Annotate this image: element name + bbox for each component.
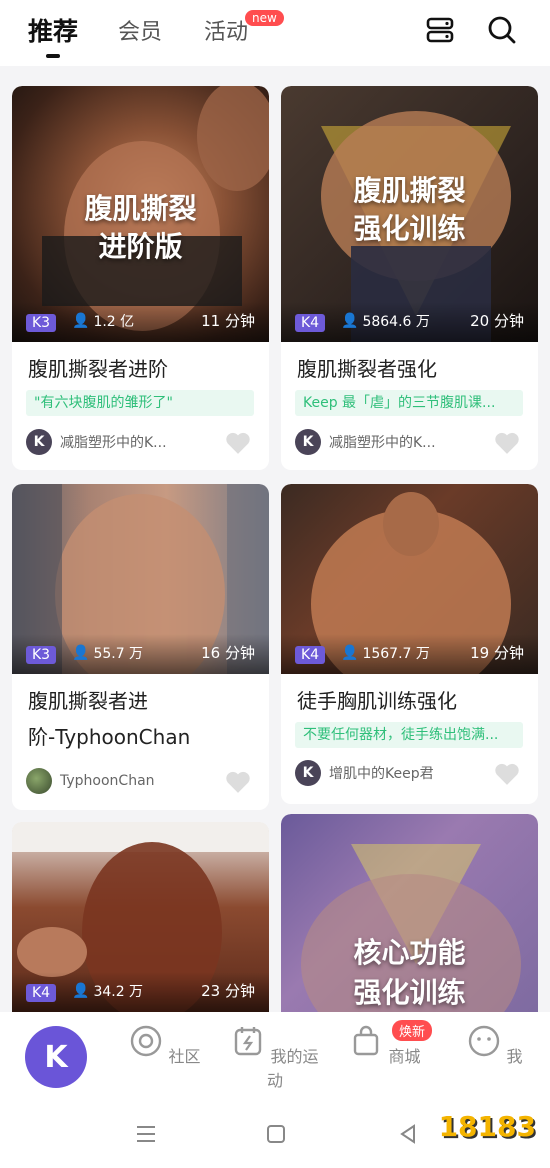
avatar — [26, 768, 52, 794]
layout-toggle-icon[interactable] — [424, 14, 456, 46]
workout-thumbnail: K4 👤 34.2 万 23 分钟 — [12, 822, 269, 1012]
nav-community[interactable]: 社区 — [120, 1024, 210, 1067]
workout-title-line-2: 阶-TyphoonChan — [28, 725, 191, 749]
workout-thumbnail: 腹肌撕裂 强化训练 K4 👤 5864.6 万 20 分钟 — [281, 86, 538, 342]
person-icon: 👤 — [72, 313, 90, 329]
author-row[interactable]: K 减脂塑形中的K... — [295, 429, 436, 455]
workout-title: 徒手胸肌训练强化 — [297, 689, 457, 713]
overlay-line-2: 强化训练 — [353, 212, 466, 245]
avatar: K — [295, 429, 321, 455]
bottom-nav: K 社区 我的运动 商城 焕新 我 — [0, 1012, 550, 1102]
person-icon: 👤 — [341, 645, 359, 661]
author-name: 减脂塑形中的K... — [329, 435, 436, 451]
view-count: 👤 1.2 亿 — [72, 311, 134, 331]
person-icon: 👤 — [72, 983, 90, 999]
overlay-line-2: 强化训练 — [353, 976, 466, 1009]
difficulty-badge: K4 — [295, 646, 326, 664]
nav-me[interactable]: 我 — [450, 1024, 540, 1067]
workout-title: 腹肌撕裂者强化 — [297, 357, 437, 381]
heart-icon[interactable] — [494, 762, 520, 786]
view-count-value: 34.2 万 — [93, 984, 144, 1000]
community-icon — [131, 1025, 162, 1057]
view-count-value: 1567.7 万 — [362, 646, 430, 662]
tab-recommend[interactable]: 推荐 — [28, 12, 78, 48]
menu-icon[interactable] — [134, 1122, 158, 1146]
watermark-logo: 18183 — [438, 1110, 536, 1143]
overlay-line-1: 腹肌撕裂 — [84, 192, 197, 225]
overlay-line-1: 腹肌撕裂 — [353, 174, 466, 207]
new-badge: new — [245, 10, 284, 26]
home-icon[interactable] — [264, 1122, 288, 1146]
keep-logo-icon: K — [44, 1039, 68, 1075]
mall-badge: 焕新 — [392, 1020, 433, 1041]
calendar-bolt-icon — [235, 1027, 262, 1056]
difficulty-badge: K3 — [26, 646, 57, 664]
overlay-line-2: 进阶版 — [98, 230, 183, 263]
author-name: 增肌中的Keep君 — [329, 766, 434, 782]
top-tab-bar: 推荐 会员 活动 new — [0, 0, 550, 66]
workout-tagline: 不要任何器材，徒手练出饱满... — [295, 722, 523, 748]
view-count: 👤 34.2 万 — [72, 981, 143, 1001]
nav-label: 社区 — [168, 1047, 201, 1066]
author-row[interactable]: K 增肌中的Keep君 — [295, 760, 434, 786]
workout-card[interactable]: K3 👤 55.7 万 16 分钟 腹肌撕裂者进 阶-TyphoonChan Ty… — [12, 484, 269, 810]
heart-icon[interactable] — [225, 431, 251, 455]
workout-thumbnail: K3 👤 55.7 万 16 分钟 — [12, 484, 269, 674]
duration: 11 分钟 — [201, 312, 255, 330]
tab-activity[interactable]: 活动 — [204, 14, 248, 46]
back-icon[interactable] — [396, 1122, 420, 1146]
view-count: 👤 55.7 万 — [72, 643, 143, 663]
view-count: 👤 1567.7 万 — [341, 643, 430, 663]
author-row[interactable]: TyphoonChan — [26, 768, 155, 794]
avatar: K — [26, 429, 52, 455]
view-count-value: 1.2 亿 — [93, 314, 135, 330]
active-tab-indicator — [46, 54, 60, 58]
workout-card[interactable]: 腹肌撕裂 强化训练 K4 👤 5864.6 万 20 分钟 腹肌撕裂者强化 Kee… — [281, 86, 538, 470]
system-nav-bar: 18183 — [0, 1102, 550, 1168]
shopping-bag-icon — [354, 1025, 379, 1056]
author-name: TyphoonChan — [60, 773, 155, 789]
author-name: 减脂塑形中的K... — [60, 435, 167, 451]
nav-label: 我的运动 — [266, 1047, 319, 1090]
duration: 19 分钟 — [470, 644, 524, 662]
workout-thumbnail: 腹肌撕裂 进阶版 K3 👤 1.2 亿 11 分钟 — [12, 86, 269, 342]
person-icon: 👤 — [341, 313, 359, 329]
workout-card[interactable]: K4 👤 34.2 万 23 分钟 — [12, 822, 269, 1012]
tab-member[interactable]: 会员 — [118, 14, 162, 46]
difficulty-badge: K3 — [26, 314, 57, 332]
duration: 20 分钟 — [470, 312, 524, 330]
person-icon: 👤 — [72, 645, 90, 661]
avatar: K — [295, 760, 321, 786]
workout-card[interactable]: 核心功能 强化训练 — [281, 814, 538, 1012]
workout-thumbnail: 核心功能 强化训练 — [281, 814, 538, 1012]
view-count: 👤 5864.6 万 — [341, 311, 430, 331]
heart-icon[interactable] — [494, 431, 520, 455]
workout-card[interactable]: K4 👤 1567.7 万 19 分钟 徒手胸肌训练强化 不要任何器材，徒手练出饱… — [281, 484, 538, 804]
author-row[interactable]: K 减脂塑形中的K... — [26, 429, 167, 455]
workout-feed[interactable]: 腹肌撕裂 进阶版 K3 👤 1.2 亿 11 分钟 腹肌撕裂者进阶 "有六块腹肌的… — [0, 66, 550, 1012]
workout-title: 腹肌撕裂者进阶 — [28, 357, 168, 381]
search-icon[interactable] — [486, 14, 518, 46]
view-count-value: 5864.6 万 — [362, 314, 430, 330]
workout-card[interactable]: 腹肌撕裂 进阶版 K3 👤 1.2 亿 11 分钟 腹肌撕裂者进阶 "有六块腹肌的… — [12, 86, 269, 470]
heart-icon[interactable] — [225, 770, 251, 794]
view-count-value: 55.7 万 — [93, 646, 144, 662]
nav-label: 商城 — [388, 1047, 421, 1066]
workout-tagline: "有六块腹肌的雏形了" — [26, 390, 254, 416]
duration: 23 分钟 — [201, 982, 255, 1000]
difficulty-badge: K4 — [26, 984, 57, 1002]
nav-my-sport[interactable]: 我的运动 — [230, 1024, 320, 1091]
workout-thumbnail: K4 👤 1567.7 万 19 分钟 — [281, 484, 538, 674]
keep-home-button[interactable]: K — [25, 1026, 87, 1088]
profile-face-icon — [469, 1025, 500, 1057]
workout-tagline: Keep 最「虐」的三节腹肌课... — [295, 390, 523, 416]
overlay-line-1: 核心功能 — [353, 936, 466, 969]
workout-title-line-1: 腹肌撕裂者进 — [28, 689, 148, 713]
nav-label: 我 — [506, 1047, 523, 1066]
difficulty-badge: K4 — [295, 314, 326, 332]
duration: 16 分钟 — [201, 644, 255, 662]
